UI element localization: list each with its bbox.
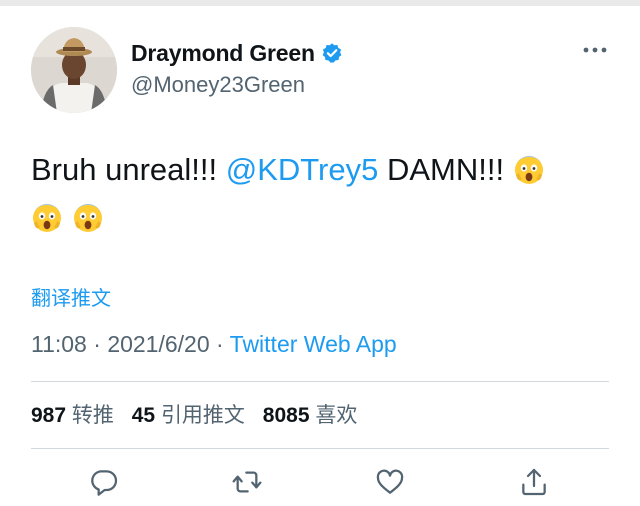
share-icon[interactable] [518, 466, 550, 498]
tweet-time[interactable]: 11:08 [31, 331, 87, 357]
likes-label[interactable]: 喜欢 [315, 404, 357, 427]
tweet-source-link[interactable]: Twitter Web App [230, 331, 397, 357]
tweet-text-end: DAMN!!! [378, 152, 513, 187]
meta-separator: · [86, 331, 108, 357]
meta-separator: · [209, 331, 230, 357]
quotes-label[interactable]: 引用推文 [161, 404, 245, 427]
translate-tweet-link[interactable]: 翻译推文 [31, 282, 111, 311]
avatar[interactable] [31, 27, 117, 113]
screaming-face-emoji-icon [513, 151, 545, 184]
tweet-stats: 987 转推 45 引用推文 8085 喜欢 [31, 399, 369, 429]
author-display-name[interactable]: Draymond Green [131, 40, 315, 67]
author-name-row[interactable]: Draymond Green [131, 38, 343, 68]
reply-icon[interactable] [88, 466, 120, 498]
avatar-image [31, 27, 117, 113]
like-icon[interactable] [374, 466, 406, 498]
likes-count[interactable]: 8085 [263, 404, 310, 427]
tweet-meta: 11:08 · 2021/6/20 · Twitter Web App [31, 331, 397, 358]
divider [31, 448, 609, 449]
screaming-face-emoji-icon [72, 199, 104, 232]
tweet-detail-page: Draymond Green @Money23Green Bruh unreal… [0, 0, 640, 506]
quotes-count[interactable]: 45 [132, 404, 155, 427]
screaming-face-emoji-icon [31, 199, 63, 232]
author-handle[interactable]: @Money23Green [131, 72, 305, 98]
top-edge [0, 0, 640, 6]
retweet-icon[interactable] [231, 466, 263, 498]
verified-badge-icon [321, 42, 343, 64]
tweet-text: Bruh unreal!!! @KDTrey5 DAMN!!! [31, 146, 601, 242]
tweet-text-start: Bruh unreal!!! [31, 152, 226, 187]
tweet-date[interactable]: 2021/6/20 [107, 331, 209, 357]
retweets-label[interactable]: 转推 [72, 404, 114, 427]
more-options-icon[interactable] [582, 40, 608, 60]
retweets-count[interactable]: 987 [31, 404, 66, 427]
mention-link[interactable]: @KDTrey5 [226, 152, 379, 187]
divider [31, 381, 609, 382]
